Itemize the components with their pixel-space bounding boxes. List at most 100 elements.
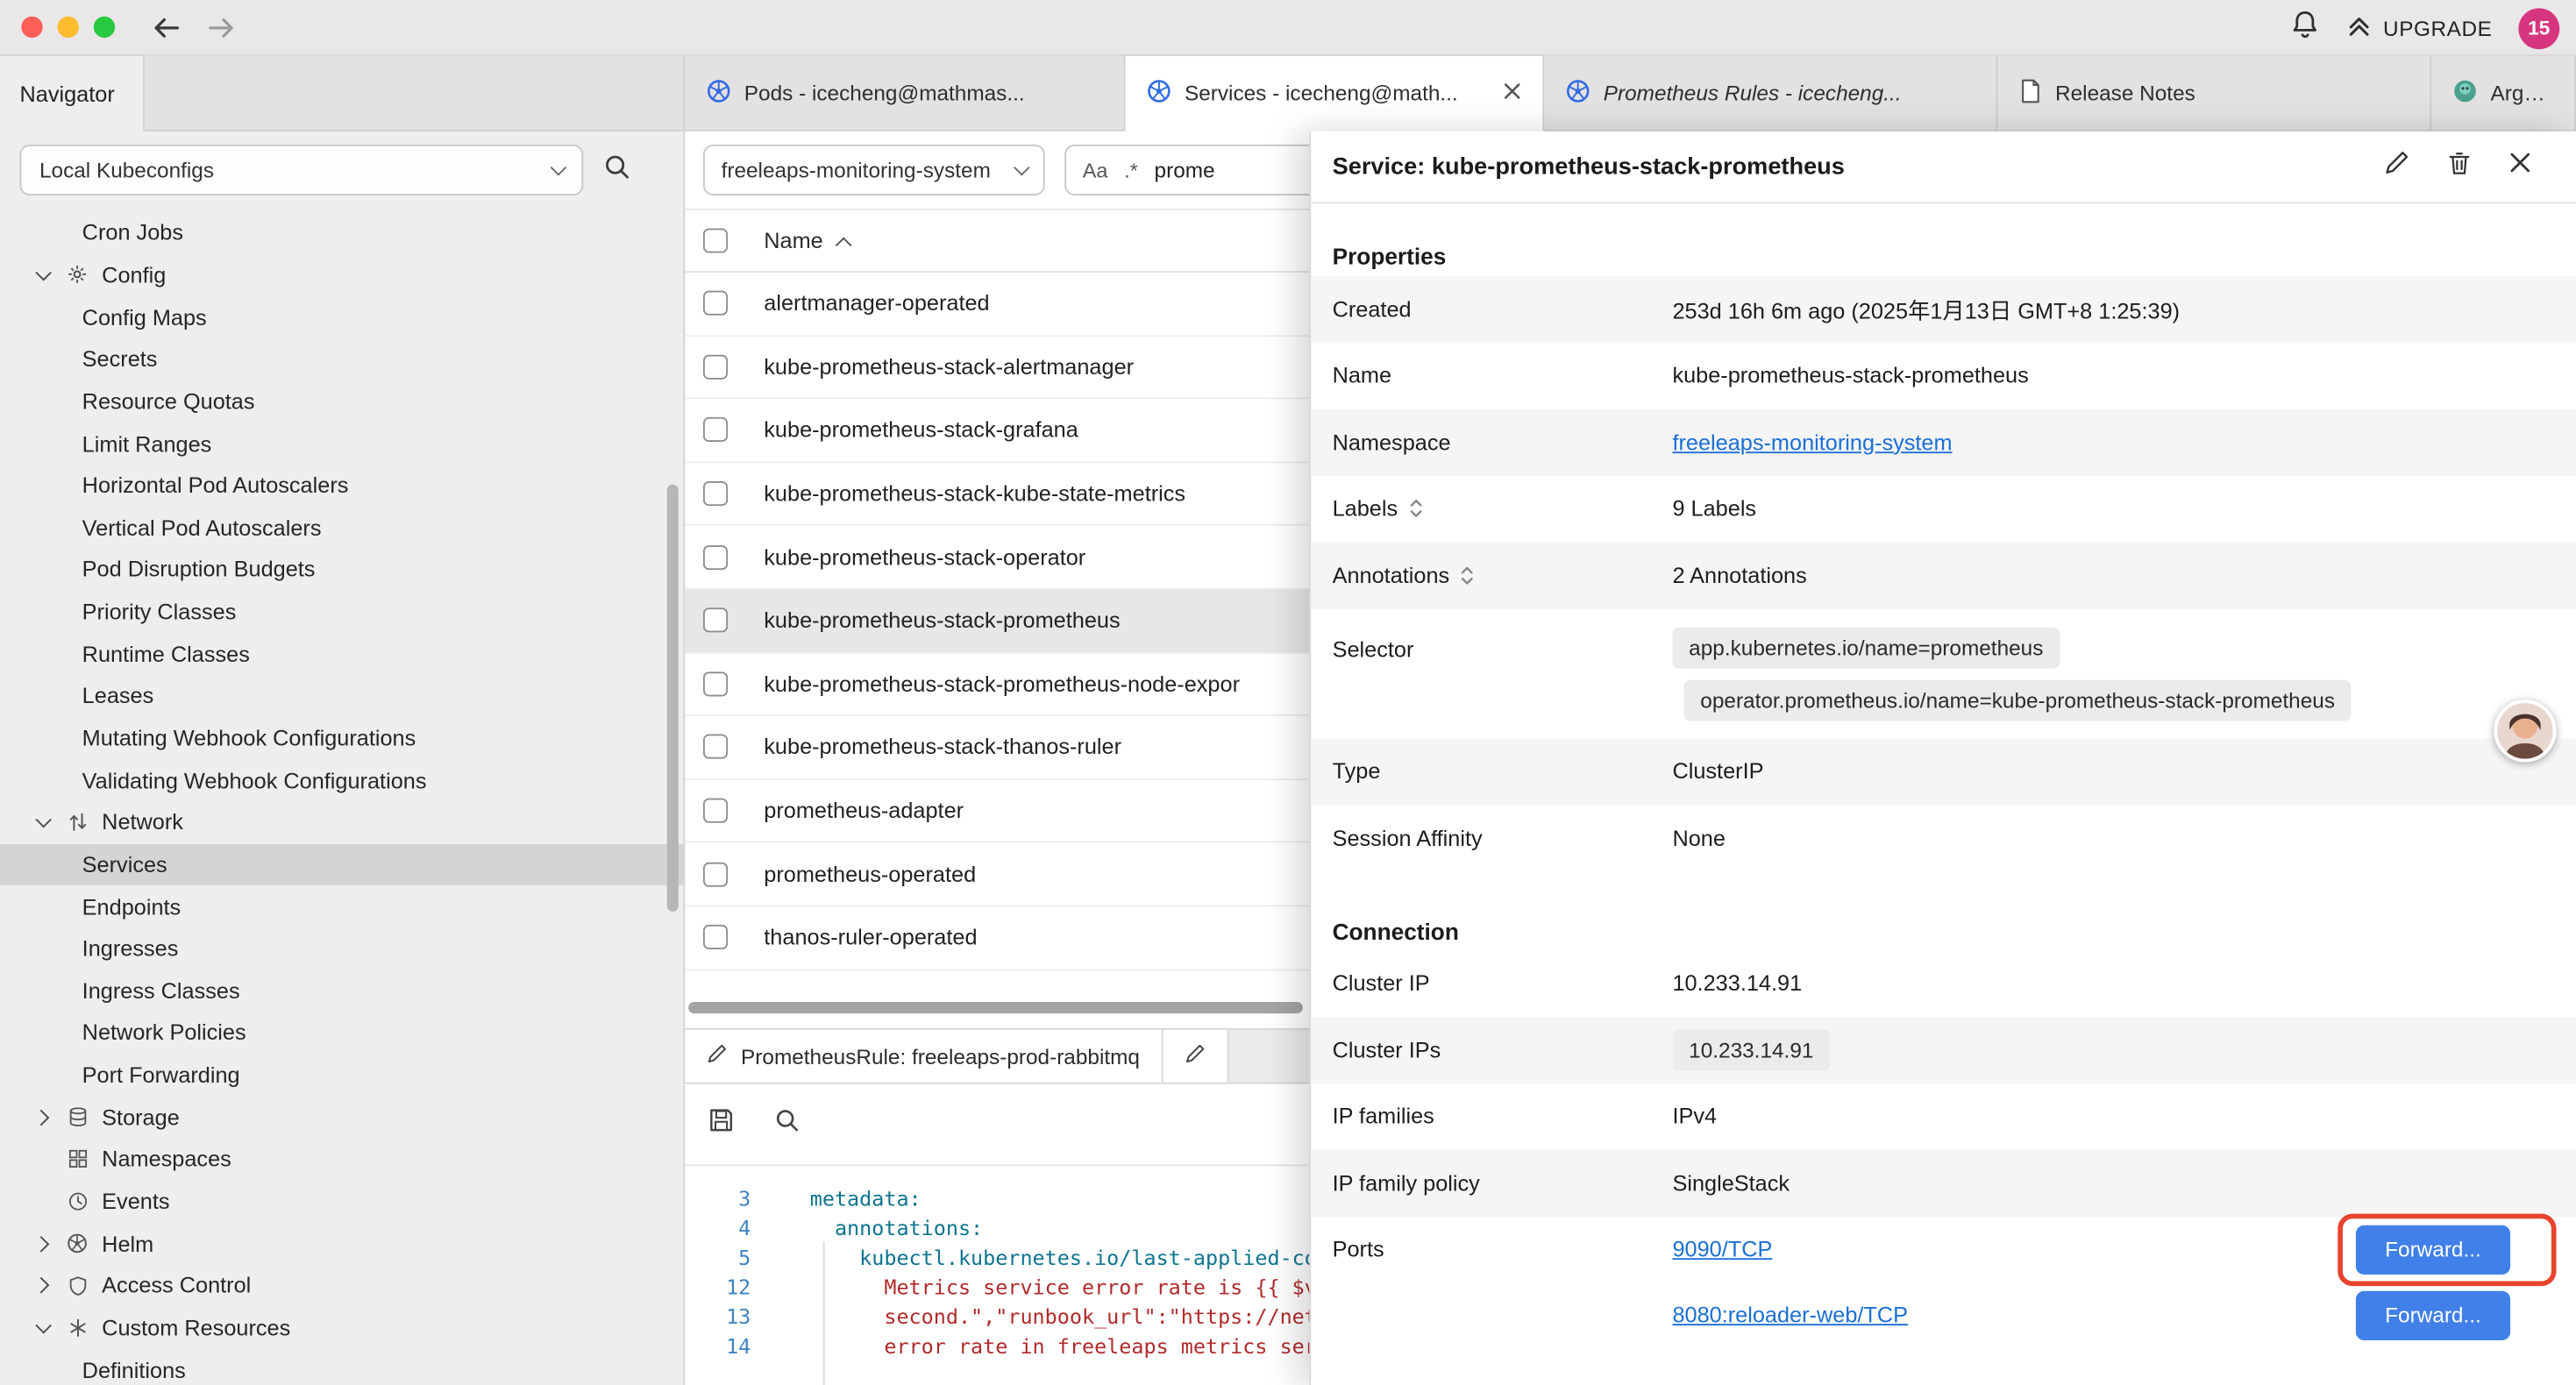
row-checkbox[interactable] bbox=[703, 291, 728, 316]
chevron-down-icon[interactable] bbox=[32, 1318, 53, 1339]
row-checkbox[interactable] bbox=[703, 925, 728, 949]
sidebar-item-vertical-pod-autoscalers[interactable]: Vertical Pod Autoscalers bbox=[0, 507, 683, 549]
row-checkbox[interactable] bbox=[703, 418, 728, 443]
sidebar-item-events[interactable]: Events bbox=[0, 1181, 683, 1223]
tab-argo[interactable]: Argo S bbox=[2431, 56, 2576, 131]
sidebar-item-secrets[interactable]: Secrets bbox=[0, 338, 683, 380]
tab-prometheus-rules[interactable]: Prometheus Rules - icecheng... bbox=[1544, 56, 1997, 131]
select-all-checkbox[interactable] bbox=[703, 228, 728, 252]
kubeconfig-select-value: Local Kubeconfigs bbox=[39, 158, 214, 182]
sidebar-item-limit-ranges[interactable]: Limit Ranges bbox=[0, 423, 683, 465]
sidebar-item-definitions[interactable]: Definitions bbox=[0, 1349, 683, 1385]
port-link[interactable]: 9090/TCP bbox=[1672, 1237, 1772, 1261]
expand-collapse-icon[interactable] bbox=[1459, 565, 1476, 586]
close-tab-icon[interactable] bbox=[1490, 81, 1521, 105]
save-icon[interactable] bbox=[708, 1107, 735, 1141]
match-case-toggle[interactable]: Aa bbox=[1083, 159, 1108, 181]
sidebar-item-runtime-classes[interactable]: Runtime Classes bbox=[0, 633, 683, 675]
row-checkbox[interactable] bbox=[703, 671, 728, 696]
sidebar-group-access-control[interactable]: Access Control bbox=[0, 1265, 683, 1307]
row-checkbox[interactable] bbox=[703, 355, 728, 380]
sidebar-item-validating-webhook-configurations[interactable]: Validating Webhook Configurations bbox=[0, 759, 683, 801]
service-detail-panel: Service: kube-prometheus-stack-prometheu… bbox=[1309, 131, 2576, 1385]
expand-collapse-icon[interactable] bbox=[1407, 498, 1424, 519]
namespaces-icon bbox=[64, 1148, 90, 1169]
connection-section-heading: Connection bbox=[1311, 894, 2576, 950]
kubernetes-icon bbox=[1566, 78, 1590, 108]
sidebar-item-namespaces[interactable]: Namespaces bbox=[0, 1139, 683, 1181]
connection-row-cluster-ips: Cluster IPs 10.233.14.91 bbox=[1311, 1017, 2576, 1083]
cluster-ip-value: 10.233.14.91 bbox=[1672, 971, 1802, 996]
zoom-window-button[interactable] bbox=[94, 17, 115, 38]
chevron-right-icon[interactable] bbox=[32, 1275, 53, 1296]
navigator-header-filler bbox=[145, 56, 684, 131]
row-checkbox[interactable] bbox=[703, 799, 728, 823]
row-checkbox[interactable] bbox=[703, 608, 728, 633]
editor-search-icon[interactable] bbox=[774, 1107, 801, 1141]
forward-button[interactable] bbox=[207, 14, 237, 40]
tab-services[interactable]: Services - icecheng@math... bbox=[1125, 56, 1544, 131]
forward-button[interactable]: Forward... bbox=[2356, 1290, 2510, 1339]
namespace-select[interactable]: freeleaps-monitoring-system bbox=[703, 145, 1045, 195]
sidebar-scrollbar[interactable] bbox=[667, 485, 679, 912]
sidebar-item-resource-quotas[interactable]: Resource Quotas bbox=[0, 380, 683, 423]
sidebar-item-mutating-webhook-configurations[interactable]: Mutating Webhook Configurations bbox=[0, 717, 683, 759]
row-checkbox[interactable] bbox=[703, 544, 728, 569]
minimize-window-button[interactable] bbox=[58, 17, 79, 38]
regex-toggle[interactable]: .* bbox=[1124, 159, 1138, 181]
editor-tab-prometheusrule[interactable]: PrometheusRule: freeleaps-prod-rabbitmq bbox=[685, 1030, 1163, 1083]
sidebar-group-network[interactable]: Network bbox=[0, 801, 683, 843]
chevron-right-icon[interactable] bbox=[32, 1106, 53, 1127]
row-checkbox[interactable] bbox=[703, 481, 728, 506]
sidebar-group-helm[interactable]: Helm bbox=[0, 1223, 683, 1265]
sidebar-item-port-forwarding[interactable]: Port Forwarding bbox=[0, 1055, 683, 1097]
forward-button[interactable]: Forward... bbox=[2356, 1225, 2510, 1274]
back-button[interactable] bbox=[151, 14, 181, 40]
row-checkbox[interactable] bbox=[703, 735, 728, 759]
namespace-select-value: freeleaps-monitoring-system bbox=[722, 158, 991, 182]
sidebar-item-services[interactable]: Services bbox=[0, 843, 683, 885]
connection-row-ports-1: Ports 9090/TCP Forward... bbox=[1311, 1216, 2576, 1282]
sidebar-search-icon[interactable] bbox=[603, 152, 631, 188]
port-link[interactable]: 8080:reloader-web/TCP bbox=[1672, 1303, 1908, 1327]
sidebar-group-storage[interactable]: Storage bbox=[0, 1097, 683, 1139]
chevron-down-icon[interactable] bbox=[32, 265, 53, 286]
sidebar-item-endpoints[interactable]: Endpoints bbox=[0, 885, 683, 927]
sidebar-item-cron-jobs[interactable]: Cron Jobs bbox=[0, 212, 683, 254]
sidebar-item-ingresses[interactable]: Ingresses bbox=[0, 927, 683, 970]
sidebar-group-config[interactable]: Config bbox=[0, 254, 683, 296]
sidebar-item-ingress-classes[interactable]: Ingress Classes bbox=[0, 970, 683, 1012]
sidebar-item-leases[interactable]: Leases bbox=[0, 675, 683, 717]
close-panel-icon[interactable] bbox=[2508, 151, 2531, 182]
sidebar-item-priority-classes[interactable]: Priority Classes bbox=[0, 591, 683, 633]
delete-trash-icon[interactable] bbox=[2446, 149, 2473, 185]
chevron-right-icon[interactable] bbox=[32, 1233, 53, 1254]
clock-icon bbox=[64, 1191, 90, 1212]
chevron-down-icon[interactable] bbox=[32, 812, 53, 833]
namespace-link[interactable]: freeleaps-monitoring-system bbox=[1672, 430, 1952, 454]
notifications-bell-icon[interactable] bbox=[2289, 9, 2319, 46]
editor-tab-partial[interactable] bbox=[1163, 1030, 1228, 1083]
sidebar-item-config-maps[interactable]: Config Maps bbox=[0, 296, 683, 338]
sidebar-item-horizontal-pod-autoscalers[interactable]: Horizontal Pod Autoscalers bbox=[0, 465, 683, 507]
upgrade-button[interactable]: UPGRADE bbox=[2345, 12, 2492, 44]
kubeconfig-select[interactable]: Local Kubeconfigs bbox=[19, 145, 583, 195]
tab-pods[interactable]: Pods - icecheng@mathmas... bbox=[685, 56, 1125, 131]
row-checkbox[interactable] bbox=[703, 862, 728, 886]
sidebar-item-pod-disruption-budgets[interactable]: Pod Disruption Budgets bbox=[0, 549, 683, 591]
sidebar-group-custom-resources[interactable]: Custom Resources bbox=[0, 1307, 683, 1349]
upgrade-label: UPGRADE bbox=[2383, 16, 2492, 40]
pencil-icon bbox=[707, 1043, 728, 1069]
edit-pencil-icon[interactable] bbox=[2384, 150, 2410, 184]
chevron-spacer bbox=[32, 1148, 53, 1169]
name-column-header[interactable]: Name bbox=[764, 228, 850, 252]
horizontal-scrollbar[interactable] bbox=[688, 1002, 1303, 1013]
property-row-labels: Labels 9 Labels bbox=[1311, 475, 2576, 542]
sidebar-item-network-policies[interactable]: Network Policies bbox=[0, 1012, 683, 1055]
navigator-panel-tab[interactable]: Navigator bbox=[0, 56, 145, 131]
tab-label: Argo S bbox=[2491, 81, 2553, 105]
tab-release-notes[interactable]: Release Notes bbox=[1997, 56, 2431, 131]
notification-count-badge[interactable]: 15 bbox=[2518, 7, 2559, 48]
tab-label: Release Notes bbox=[2055, 81, 2195, 105]
close-window-button[interactable] bbox=[21, 17, 42, 38]
